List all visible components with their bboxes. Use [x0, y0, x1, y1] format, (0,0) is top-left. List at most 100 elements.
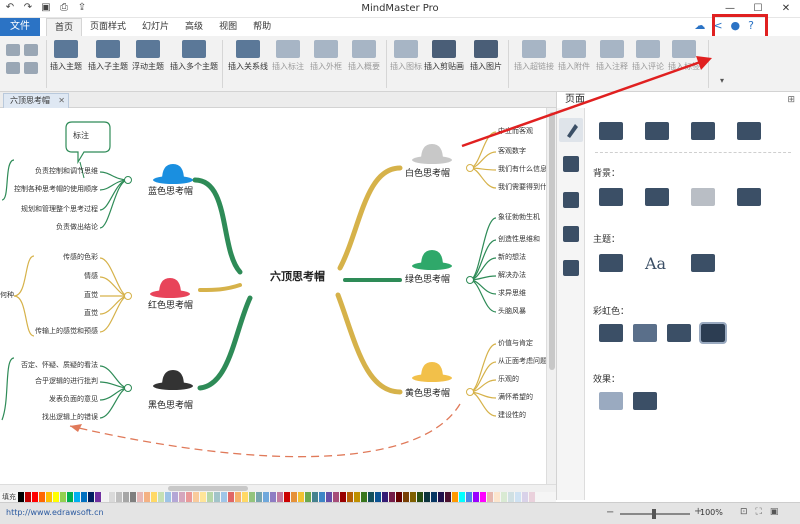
hat-label-red[interactable]: 红色思考帽 — [148, 298, 193, 311]
hat-label-blue[interactable]: 蓝色思考帽 — [148, 184, 193, 197]
rainbow-option-1[interactable] — [599, 324, 623, 342]
copy-icon[interactable] — [6, 62, 20, 74]
list-item[interactable]: 头脑风暴 — [498, 306, 526, 316]
task-icon[interactable] — [563, 226, 579, 242]
list-item[interactable]: 直觉 — [84, 308, 98, 318]
insert-icon-button[interactable]: 插入图标 — [390, 40, 422, 72]
close-button[interactable]: ✕ — [772, 0, 800, 18]
list-item[interactable]: 象征勃勃生机 — [498, 212, 540, 222]
insert-comment-button[interactable]: 插入评论 — [632, 40, 664, 72]
insert-hyperlink-button[interactable]: 插入超链接 — [514, 40, 554, 72]
floating-topic-button[interactable]: 浮动主题 — [132, 40, 164, 72]
insert-clipart-button[interactable]: 插入剪贴画 — [424, 40, 464, 72]
list-item[interactable]: 中立而客观 — [498, 126, 533, 136]
tab-slideshow[interactable]: 幻灯片 — [134, 18, 177, 36]
insert-multiple-topics-button[interactable]: 插入多个主题 — [170, 40, 218, 72]
list-item[interactable]: 价值与肯定 — [498, 338, 533, 348]
hat-label-white[interactable]: 白色思考帽 — [405, 166, 450, 179]
insert-summary-button[interactable]: 插入概要 — [348, 40, 380, 72]
insert-subtopic-button[interactable]: 插入子主题 — [88, 40, 128, 72]
vertical-scrollbar[interactable] — [546, 108, 556, 484]
tab-page-style[interactable]: 页面样式 — [82, 18, 134, 36]
insert-note-button[interactable]: 插入注释 — [596, 40, 628, 72]
color-swatches[interactable] — [18, 492, 548, 502]
print-icon[interactable]: ⎙ — [58, 2, 70, 13]
background-option-3[interactable] — [691, 188, 715, 206]
insert-callout-button[interactable]: 插入标注 — [272, 40, 304, 72]
fullscreen-icon[interactable]: ⛶ — [756, 507, 762, 517]
tab-advanced[interactable]: 高级 — [177, 18, 211, 36]
zoom-out-icon[interactable]: − — [606, 507, 614, 518]
zoom-slider-knob[interactable] — [652, 509, 656, 519]
vertical-scroll-thumb[interactable] — [549, 112, 555, 370]
list-item[interactable]: 新的想法 — [498, 252, 526, 262]
list-item[interactable]: 规划和管理整个思考过程 — [21, 204, 98, 214]
page-format-icon[interactable] — [559, 118, 583, 142]
list-item[interactable]: 乐观的 — [498, 374, 519, 384]
list-item[interactable]: 发表负面的意见 — [49, 394, 98, 404]
rainbow-option-3[interactable] — [667, 324, 691, 342]
rainbow-option-4[interactable] — [699, 322, 727, 344]
document-tab[interactable]: 六顶思考帽 ✕ — [3, 93, 69, 108]
partial-label[interactable]: 何种 — [0, 290, 14, 300]
theme-option-3[interactable] — [691, 254, 715, 272]
cloud-icon[interactable]: ☁ — [694, 19, 705, 32]
file-menu-button[interactable]: 文件 — [0, 18, 40, 36]
central-topic[interactable]: 六顶思考帽 — [270, 268, 325, 284]
list-item[interactable]: 创造性思维和 — [498, 234, 540, 244]
horizontal-scrollbar[interactable] — [0, 484, 556, 492]
save-icon[interactable]: ▣ — [40, 2, 52, 13]
layout-option-1[interactable] — [599, 122, 623, 140]
list-item[interactable]: 我们有什么信息 — [498, 164, 546, 174]
list-item[interactable]: 从正面考虑问题 — [498, 356, 546, 366]
format-painter-icon[interactable] — [24, 44, 38, 56]
hat-label-green[interactable]: 绿色思考帽 — [405, 272, 450, 285]
list-item[interactable]: 直觉 — [84, 290, 98, 300]
list-item[interactable]: 满怀希望的 — [498, 392, 533, 402]
clipart-panel-icon[interactable] — [563, 192, 579, 208]
tab-view[interactable]: 视图 — [211, 18, 245, 36]
theme-option-1[interactable] — [599, 254, 623, 272]
font-option[interactable]: Aa — [645, 254, 669, 273]
list-item[interactable]: 控制各种思考帽的使用顺序 — [14, 184, 98, 194]
list-item[interactable]: 客观数字 — [498, 146, 526, 156]
website-link[interactable]: http://www.edrawsoft.cn — [6, 508, 104, 517]
callout-text[interactable]: 标注 — [73, 130, 89, 141]
insert-boundary-button[interactable]: 插入外框 — [310, 40, 342, 72]
mindmap-canvas[interactable]: 六顶思考帽 标注 蓝色思考帽 红色思考帽 黑色思考帽 白色思考帽 绿色思考帽 黄… — [0, 108, 546, 484]
fit-page-icon[interactable]: ⊡ — [740, 507, 748, 517]
close-tab-icon[interactable]: ✕ — [58, 94, 65, 107]
list-item[interactable]: 否定、怀疑、质疑的看法 — [21, 360, 98, 370]
layout-option-3[interactable] — [691, 122, 715, 140]
insert-tag-button[interactable]: 插入标签 — [668, 40, 700, 72]
relationship-line[interactable] — [69, 403, 461, 458]
horizontal-scroll-thumb[interactable] — [168, 486, 248, 491]
layout-option-2[interactable] — [645, 122, 669, 140]
effect-option-1[interactable] — [599, 392, 623, 410]
list-item[interactable]: 负责做出结论 — [56, 222, 98, 232]
rainbow-option-2[interactable] — [633, 324, 657, 342]
panel-toggle-icon[interactable]: ▣ — [770, 507, 779, 517]
insert-attachment-button[interactable]: 插入附件 — [558, 40, 590, 72]
zoom-slider[interactable] — [620, 509, 690, 519]
list-item[interactable]: 合乎逻辑的进行批判 — [35, 376, 98, 386]
hat-label-black[interactable]: 黑色思考帽 — [148, 398, 193, 411]
background-option-1[interactable] — [599, 188, 623, 206]
insert-image-button[interactable]: 插入图片 — [470, 40, 502, 72]
background-option-4[interactable] — [737, 188, 761, 206]
list-item[interactable]: 传感的色彩 — [63, 252, 98, 262]
tab-help[interactable]: 帮助 — [245, 18, 279, 36]
ribbon-collapse-icon[interactable]: ▾ — [720, 76, 724, 85]
outline-icon[interactable] — [563, 156, 579, 172]
list-item[interactable]: 解决办法 — [498, 270, 526, 280]
pin-icon[interactable]: ⊞ — [787, 92, 795, 108]
hat-label-yellow[interactable]: 黄色思考帽 — [405, 386, 450, 399]
cut-icon[interactable] — [6, 44, 20, 56]
layout-option-4[interactable] — [737, 122, 761, 140]
undo-icon[interactable]: ↶ — [4, 2, 16, 13]
paste-icon[interactable] — [24, 62, 38, 74]
export-icon[interactable]: ⇪ — [76, 2, 88, 13]
insert-topic-button[interactable]: 插入主题 — [50, 40, 82, 72]
list-item[interactable]: 负责控制和调节思维 — [35, 166, 98, 176]
list-item[interactable]: 我们需要得到什么 — [498, 182, 546, 192]
